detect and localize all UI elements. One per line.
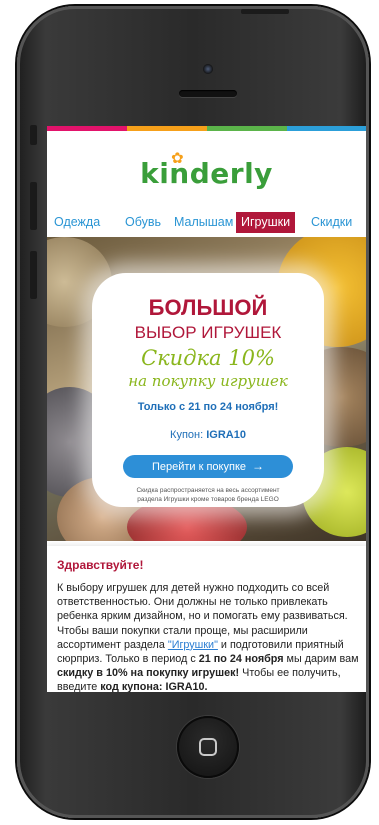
promo-headline-small: ВЫБОР ИГРУШЕК [134, 323, 282, 342]
color-stripe-pink [47, 126, 127, 131]
nav-item-babies[interactable]: Малышам [174, 215, 233, 229]
logo-star-icon: ✿ [171, 149, 185, 167]
promo-discount-subtitle: на покупку игрушек [128, 372, 288, 390]
greeting: Здравствуйте! [57, 558, 144, 572]
fine-print-line-1: Скидка распространяется на весь ассортим… [136, 487, 280, 494]
coupon-label: Купон: [170, 429, 204, 441]
promo-card: БОЛЬШОЙ ВЫБОР ИГРУШЕК Скидка 10% на поку… [92, 273, 324, 507]
color-stripe-blue [287, 126, 366, 131]
promo-headline-big: БОЛЬШОЙ [148, 295, 268, 320]
logo-text: kinderly [140, 157, 273, 190]
body-paragraph: К выбору игрушек для детей нужно подходи… [57, 581, 359, 692]
coupon-code: IGRA10 [206, 429, 246, 441]
nav-item-shoes[interactable]: Обувь [125, 215, 161, 229]
speaker-grille [179, 90, 237, 97]
toys-section-link[interactable]: "Игрушки" [168, 639, 218, 651]
mute-switch [30, 125, 37, 145]
go-to-purchase-button[interactable]: Перейти к покупке → [123, 455, 293, 478]
promo-coupon: Купон: IGRA10 [92, 429, 324, 441]
power-button [241, 9, 289, 14]
body-offer: скидку в 10% на покупку игрушек! [57, 667, 240, 680]
nav-item-sale[interactable]: Скидки [311, 215, 352, 229]
volume-down-button [30, 251, 37, 299]
kinderly-logo[interactable]: ✿ kinderly [47, 149, 366, 190]
body-coupon-code: код купона: IGRA10. [100, 681, 208, 692]
body-dates: 21 по 24 ноября [198, 653, 284, 666]
promo-discount: Скидка 10% [141, 346, 275, 370]
promo-dates: Только с 21 по 24 ноября! [137, 401, 279, 413]
email-body: Здравствуйте! К выбору игрушек для детей… [47, 546, 366, 692]
category-nav: Одежда Обувь Малышам Игрушки Скидки [47, 212, 366, 234]
front-camera-icon [203, 64, 213, 74]
home-button[interactable] [177, 716, 239, 778]
color-stripe-orange [127, 126, 207, 131]
nav-item-clothes[interactable]: Одежда [54, 215, 100, 229]
nav-item-toys[interactable]: Игрушки [236, 212, 296, 233]
body-text-3: мы дарим вам [283, 653, 359, 666]
promo-fine-print: Скидка распространяется на весь ассортим… [100, 486, 316, 504]
volume-up-button [30, 182, 37, 230]
cta-label: Перейти к покупке [151, 461, 247, 473]
arrow-right-icon: → [252, 459, 265, 473]
email-screen: ✿ kinderly Одежда Обувь Малышам Игрушки … [47, 126, 366, 692]
fine-print-line-2: раздела Игрушки кроме товаров бренда LEG… [137, 496, 279, 503]
promo-banner[interactable]: БОЛЬШОЙ ВЫБОР ИГРУШЕК Скидка 10% на поку… [47, 237, 366, 541]
color-stripe-green [207, 126, 287, 131]
home-square-icon [199, 738, 217, 756]
